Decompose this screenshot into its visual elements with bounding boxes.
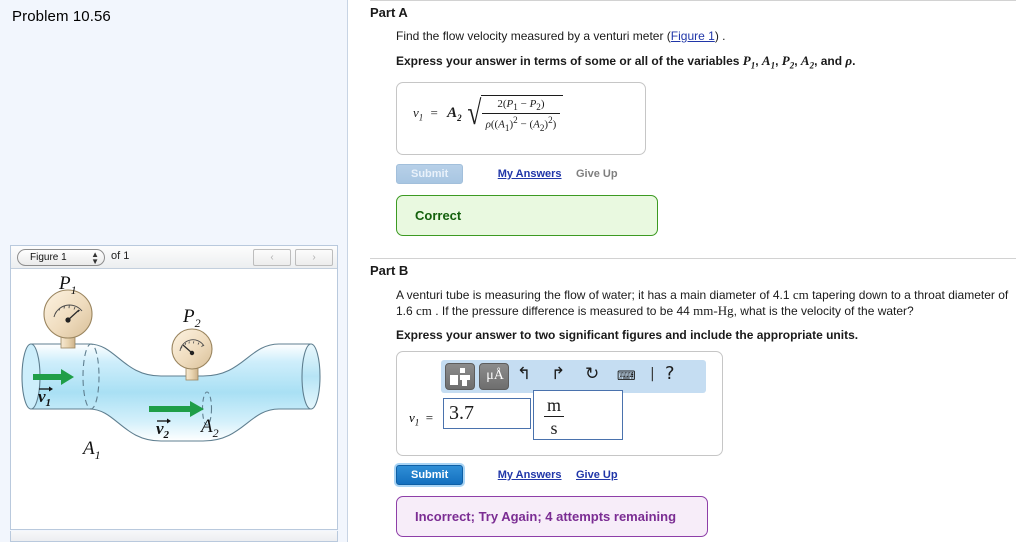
divider-above-part-b [370,257,1016,259]
part-a-answer-display: v1 = A2 √ 2(P1 − P2) ρ((A1)2 − (A2)2) [396,81,646,155]
part-b-button-row: Submit My Answers Give Up [396,464,1024,487]
unit-cm-1: cm [792,286,809,302]
math-entry-toolbar: μÅ ↰ ↱ ↻ ⌨ | ? [441,359,706,393]
formula-radical: √ 2(P1 − P2) ρ((A1)2 − (A2)2) [465,94,564,133]
part-b-my-answers-link[interactable]: My Answers [498,465,562,481]
part-b-answer-entry: μÅ ↰ ↱ ↻ ⌨ | ? v1 = m s [396,350,723,456]
reset-icon[interactable]: ↻ [585,364,599,384]
figure-1-link[interactable]: Figure 1 [671,29,715,43]
unit-denominator: s [550,417,558,438]
stepper-icon: ▲ ▼ [91,250,99,266]
part-a-instruction-end: . [852,54,856,68]
part-b-q-c: 1.6 [396,303,417,318]
label-a1: A1 [81,438,101,462]
part-b-q-a: A venturi tube is measuring the flow of … [396,287,793,302]
part-a-feedback-correct: Correct [396,194,658,236]
part-b-heading: Part B [370,262,409,278]
help-icon[interactable]: ? [665,363,675,384]
radical-body: 2(P1 − P2) ρ((A1)2 − (A2)2) [480,94,564,133]
part-b-instruction: Express your answer to two significant f… [396,327,859,342]
left-panel: Problem 10.56 Figure 1 ▲ ▼ of 1 ‹ › P1 P… [0,0,348,542]
answer-unit-box[interactable]: m s [533,389,623,440]
units-label: μÅ [486,367,504,383]
figure-panel: Figure 1 ▲ ▼ of 1 ‹ › P1 P2 v1 v2 A1 A2 [10,245,338,530]
template-blocks-icon[interactable] [445,362,475,390]
figure-footer-bar [10,531,338,542]
chevron-right-icon: › [312,252,316,263]
part-a-question: Find the flow velocity measured by a ven… [396,29,1009,44]
radical-sign-icon: √ [467,94,482,132]
page-title: Problem 10.56 [12,8,111,25]
part-a-button-row: Submit My Answers Give Up [396,163,1024,186]
undo-icon[interactable]: ↰ [517,364,531,384]
figure-image-venturi-tube: P1 P2 v1 v2 A1 A2 [11,269,337,528]
gauge-1-dial [43,289,93,339]
divider-above-part-a [370,0,1016,1]
right-panel: Part A Find the flow velocity measured b… [349,0,1024,542]
figure-next-button[interactable]: › [295,249,333,266]
var-p2: P2 [781,53,795,71]
venturi-diagram-svg: P1 P2 v1 v2 A1 A2 [21,273,321,462]
part-b-submit-button[interactable]: Submit [396,464,464,485]
var-a2: A2 [800,53,815,71]
part-a-heading: Part A [370,5,408,20]
pipe-body [30,343,312,442]
part-b-q-b: tapering down to a throat diameter of [808,287,1009,302]
part-a-instruction-post: , and [814,54,846,68]
formula-denominator: ρ((A1)2 − (A2)2) [485,114,557,133]
formula-fraction: 2(P1 − P2) ρ((A1)2 − (A2)2) [481,98,561,133]
figure-count-label: of 1 [111,250,130,262]
unit-fraction: m s [544,395,565,438]
figure-prev-button[interactable]: ‹ [253,249,291,266]
unit-mmhg: mm-Hg [693,302,734,318]
figure-select-value: Figure 1 [30,252,67,263]
part-a-submit-button[interactable]: Submit [396,163,464,184]
unit-cm-2: cm [416,302,432,318]
redo-icon[interactable]: ↱ [551,364,565,384]
formula-equals: = [430,104,438,120]
part-a-formula: v1 = A2 √ 2(P1 − P2) ρ((A1)2 − (A2)2) [413,94,564,133]
gauge-2-dial [171,328,213,370]
var-a1: A1 [761,53,776,71]
toolbar-separator: | [650,365,655,382]
formula-lhs: v1 [413,104,424,123]
label-p2: P2 [182,306,201,330]
part-b-q-e: , what is the velocity of the water? [733,303,914,318]
figure-toolbar: Figure 1 ▲ ▼ of 1 ‹ › [11,246,337,269]
part-a-instruction: Express your answer in terms of some or … [396,53,856,71]
keyboard-icon[interactable]: ⌨ [617,369,636,384]
formula-numerator: 2(P1 − P2) [481,98,561,114]
part-b-variable-label: v1 = [409,409,434,428]
formula-coefficient: A2 [447,104,462,123]
part-b-feedback-incorrect: Incorrect; Try Again; 4 attempts remaini… [396,495,708,537]
part-b-question: A venturi tube is measuring the flow of … [396,287,1009,319]
part-a-give-up-link[interactable]: Give Up [576,164,618,180]
chevron-left-icon: ‹ [270,252,274,263]
part-a-question-post: ) . [714,29,726,43]
label-p1: P1 [58,273,77,297]
units-micro-angstrom-icon[interactable]: μÅ [479,362,509,390]
pipe-right-opening [301,343,321,410]
unit-numerator: m [544,395,565,417]
part-a-my-answers-link[interactable]: My Answers [498,164,562,180]
part-a-question-pre: Find the flow velocity measured by a ven… [396,29,671,43]
page-root: Problem 10.56 Figure 1 ▲ ▼ of 1 ‹ › P1 P… [0,0,1024,542]
figure-select[interactable]: Figure 1 ▲ ▼ [17,249,105,266]
part-b-give-up-link[interactable]: Give Up [576,465,618,481]
answer-input[interactable] [443,397,531,429]
part-b-q-d: . If the pressure difference is measured… [431,303,694,318]
var-p1: P1 [742,53,756,71]
part-a-instruction-pre: Express your answer in terms of some or … [396,54,743,68]
